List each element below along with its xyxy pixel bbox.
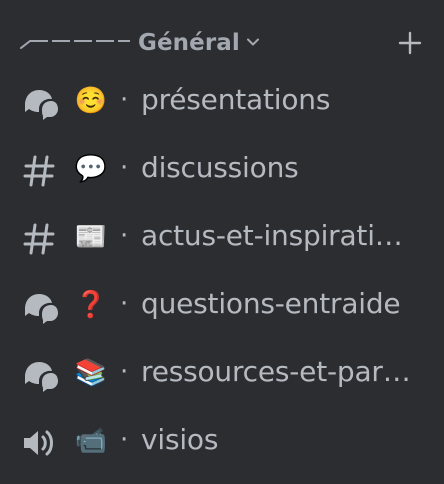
channel-visios[interactable]: 📹 · visios	[8, 412, 436, 468]
channel-name: ressources-et-partages	[141, 355, 417, 388]
channel-emoji: ☺️	[74, 86, 108, 116]
channel-separator: ·	[120, 425, 129, 455]
channel-emoji: 💬	[74, 154, 108, 184]
add-channel-plus-icon[interactable]	[396, 29, 424, 57]
channel-emoji: 📹	[74, 426, 108, 456]
speaker-icon	[24, 430, 53, 456]
channel-separator: ·	[120, 153, 129, 183]
channel-emoji: 📰	[74, 222, 108, 252]
channel-name: visios	[141, 423, 219, 456]
channel-name: questions-entraide	[141, 287, 401, 320]
channel-discussions[interactable]: 💬 · discussions	[8, 140, 436, 196]
forum-icon	[25, 90, 58, 120]
channel-separator: ·	[120, 357, 129, 387]
category-label: Général	[138, 30, 240, 56]
channel-emoji: ❓	[74, 290, 108, 320]
channel-presentations[interactable]: ☺️ · présentations	[8, 72, 436, 128]
channel-separator: ·	[120, 289, 129, 319]
hashtag-icon	[23, 223, 55, 255]
category-header[interactable]: Général	[0, 20, 444, 66]
channel-questions-entraide[interactable]: ❓ · questions-entraide	[8, 276, 436, 332]
channel-name: présentations	[141, 83, 331, 116]
forum-icon	[25, 362, 58, 392]
chevron-down-icon[interactable]	[244, 33, 262, 51]
channel-separator: ·	[120, 221, 129, 251]
forum-icon	[25, 294, 58, 324]
category-divider-line	[20, 40, 130, 49]
channel-name: discussions	[141, 151, 299, 184]
hashtag-icon	[23, 155, 55, 187]
channel-name: actus-et-inspirations	[141, 219, 417, 252]
channel-ressources-et-partages[interactable]: 📚 · ressources-et-partages	[8, 344, 436, 400]
channel-separator: ·	[120, 85, 129, 115]
channel-emoji: 📚	[74, 358, 108, 388]
channel-actus-et-inspirations[interactable]: 📰 · actus-et-inspirations	[8, 208, 436, 264]
